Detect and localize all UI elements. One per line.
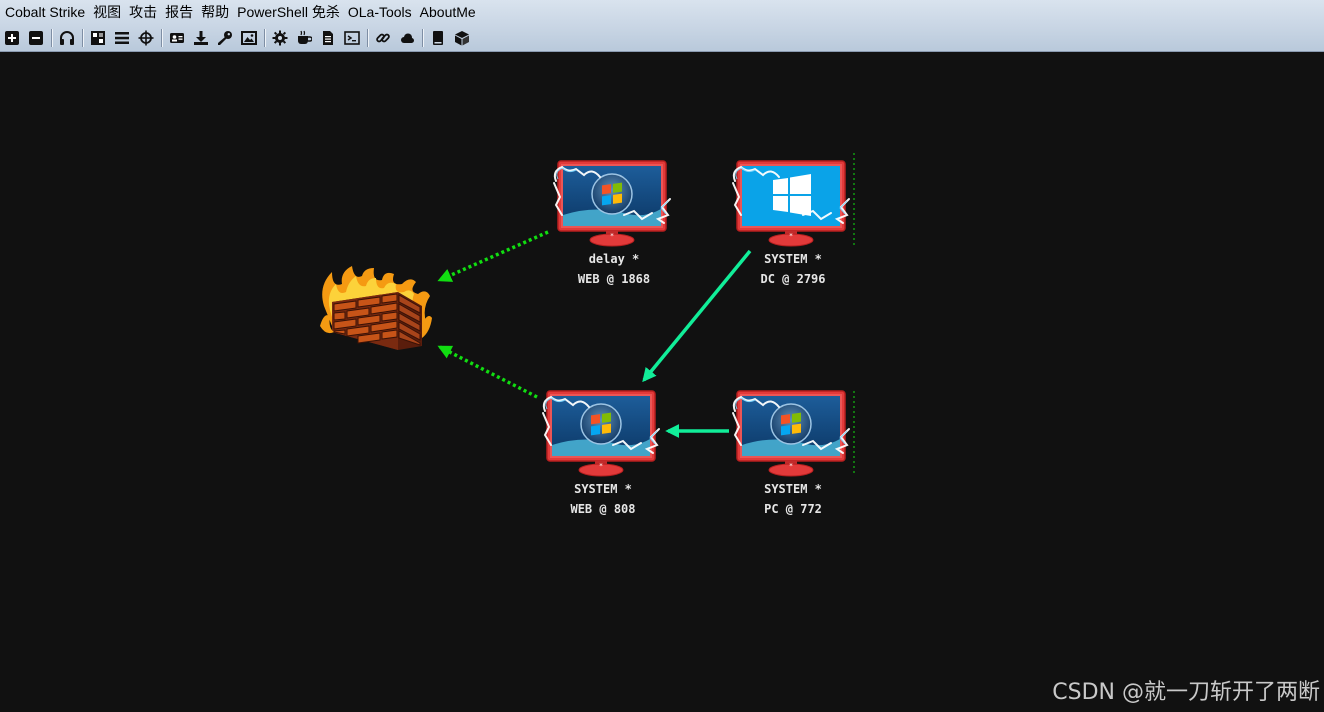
headphones-icon <box>60 31 74 45</box>
pivot-graph-canvas[interactable]: * delay * WEB @ 1868 * SYSTEM * DC @ 279… <box>0 53 1324 712</box>
manage-sites-button[interactable] <box>397 27 417 49</box>
toolbar-separator <box>264 29 265 47</box>
link-icon <box>376 33 390 43</box>
csdn-watermark: CSDN @就一刀斩开了两断 <box>1052 680 1320 705</box>
host-file-button[interactable] <box>373 27 393 49</box>
menu-view[interactable]: 视图 <box>90 0 124 24</box>
keystrokes-button[interactable] <box>215 27 235 49</box>
coffee-icon <box>298 30 312 44</box>
about-button[interactable] <box>452 27 472 49</box>
disconnect-button[interactable] <box>26 27 46 49</box>
menu-ola-tools[interactable]: OLa-Tools <box>345 0 415 24</box>
terminal-icon <box>344 31 360 45</box>
document-icon <box>323 31 333 45</box>
pivot-graph-links <box>437 153 855 475</box>
menu-powershell-bypass[interactable]: PowerShell 免杀 <box>234 0 343 24</box>
svg-text:*: * <box>789 232 793 240</box>
svg-text:*: * <box>599 462 603 470</box>
beacon-host-pid-label: WEB @ 1868 <box>577 272 651 286</box>
beacon-node-web808[interactable]: * SYSTEM * WEB @ 808 <box>542 387 663 517</box>
svg-text:*: * <box>789 462 793 470</box>
toolbar-separator <box>82 29 83 47</box>
cube-icon <box>455 31 469 46</box>
toolbar-separator <box>51 29 52 47</box>
win7-monitor-icon: * <box>553 160 671 247</box>
beacon-user-label: SYSTEM * <box>764 482 822 496</box>
list-icon <box>115 32 129 44</box>
session-table-button[interactable] <box>112 27 132 49</box>
menu-cobalt-strike[interactable]: Cobalt Strike <box>2 0 88 24</box>
svg-text:*: * <box>610 232 614 240</box>
minus-icon <box>29 31 43 45</box>
top-bar: Cobalt Strike 视图 攻击 报告 帮助 PowerShell 免杀 … <box>0 0 1324 52</box>
help-button[interactable] <box>428 27 448 49</box>
targets-button[interactable] <box>136 27 156 49</box>
beacon-user-label: delay * <box>588 252 640 266</box>
menu-help[interactable]: 帮助 <box>198 0 232 24</box>
beacon-host-pid-label: PC @ 772 <box>764 502 822 516</box>
image-icon <box>241 31 257 45</box>
firewall-icon <box>320 266 432 350</box>
download-icon <box>194 31 208 45</box>
menu-reporting[interactable]: 报告 <box>162 0 196 24</box>
toolbar-separator <box>422 29 423 47</box>
downloads-button[interactable] <box>191 27 211 49</box>
new-connection-button[interactable] <box>2 27 22 49</box>
credentials-button[interactable] <box>167 27 187 49</box>
egress-link-web808 <box>437 345 538 399</box>
credentials-icon <box>170 33 184 43</box>
egress-link-web1868 <box>437 230 549 282</box>
listeners-button[interactable] <box>57 27 77 49</box>
win7-monitor-icon: * <box>542 390 660 477</box>
key-icon <box>218 31 232 45</box>
target-icon <box>138 30 154 46</box>
beacon-user-label: SYSTEM * <box>764 252 822 266</box>
beacon-host-pid-label: DC @ 2796 <box>760 272 826 286</box>
win7-monitor-icon: * <box>732 390 850 477</box>
beacon-host-pid-label: WEB @ 808 <box>570 502 636 516</box>
pivot-graph-button[interactable] <box>88 27 108 49</box>
beacon-node-dc2796[interactable]: * SYSTEM * DC @ 2796 <box>732 157 853 287</box>
office-macro-button[interactable] <box>318 27 338 49</box>
beacon-user-label: SYSTEM * <box>574 482 632 496</box>
cloud-icon <box>401 33 414 43</box>
plus-icon <box>5 31 19 45</box>
beacon-node-pc772[interactable]: * SYSTEM * PC @ 772 <box>732 387 853 517</box>
screenshots-button[interactable] <box>239 27 259 49</box>
menu-bar: Cobalt Strike 视图 攻击 报告 帮助 PowerShell 免杀 … <box>0 0 481 24</box>
payload-generator-button[interactable] <box>270 27 290 49</box>
win10-monitor-icon: * <box>732 160 850 247</box>
beacon-node-web1868[interactable]: * delay * WEB @ 1868 <box>553 157 674 287</box>
menu-aboutme[interactable]: AboutMe <box>417 0 479 24</box>
gear-icon <box>272 30 288 46</box>
toolbar-separator <box>161 29 162 47</box>
java-signed-applet-button[interactable] <box>294 27 314 49</box>
pivot-graph-icon <box>91 31 105 45</box>
toolbar-separator <box>367 29 368 47</box>
scripted-web-delivery-button[interactable] <box>342 27 362 49</box>
book-icon <box>433 31 443 45</box>
menu-attacks[interactable]: 攻击 <box>126 0 160 24</box>
toolbar <box>0 26 476 50</box>
